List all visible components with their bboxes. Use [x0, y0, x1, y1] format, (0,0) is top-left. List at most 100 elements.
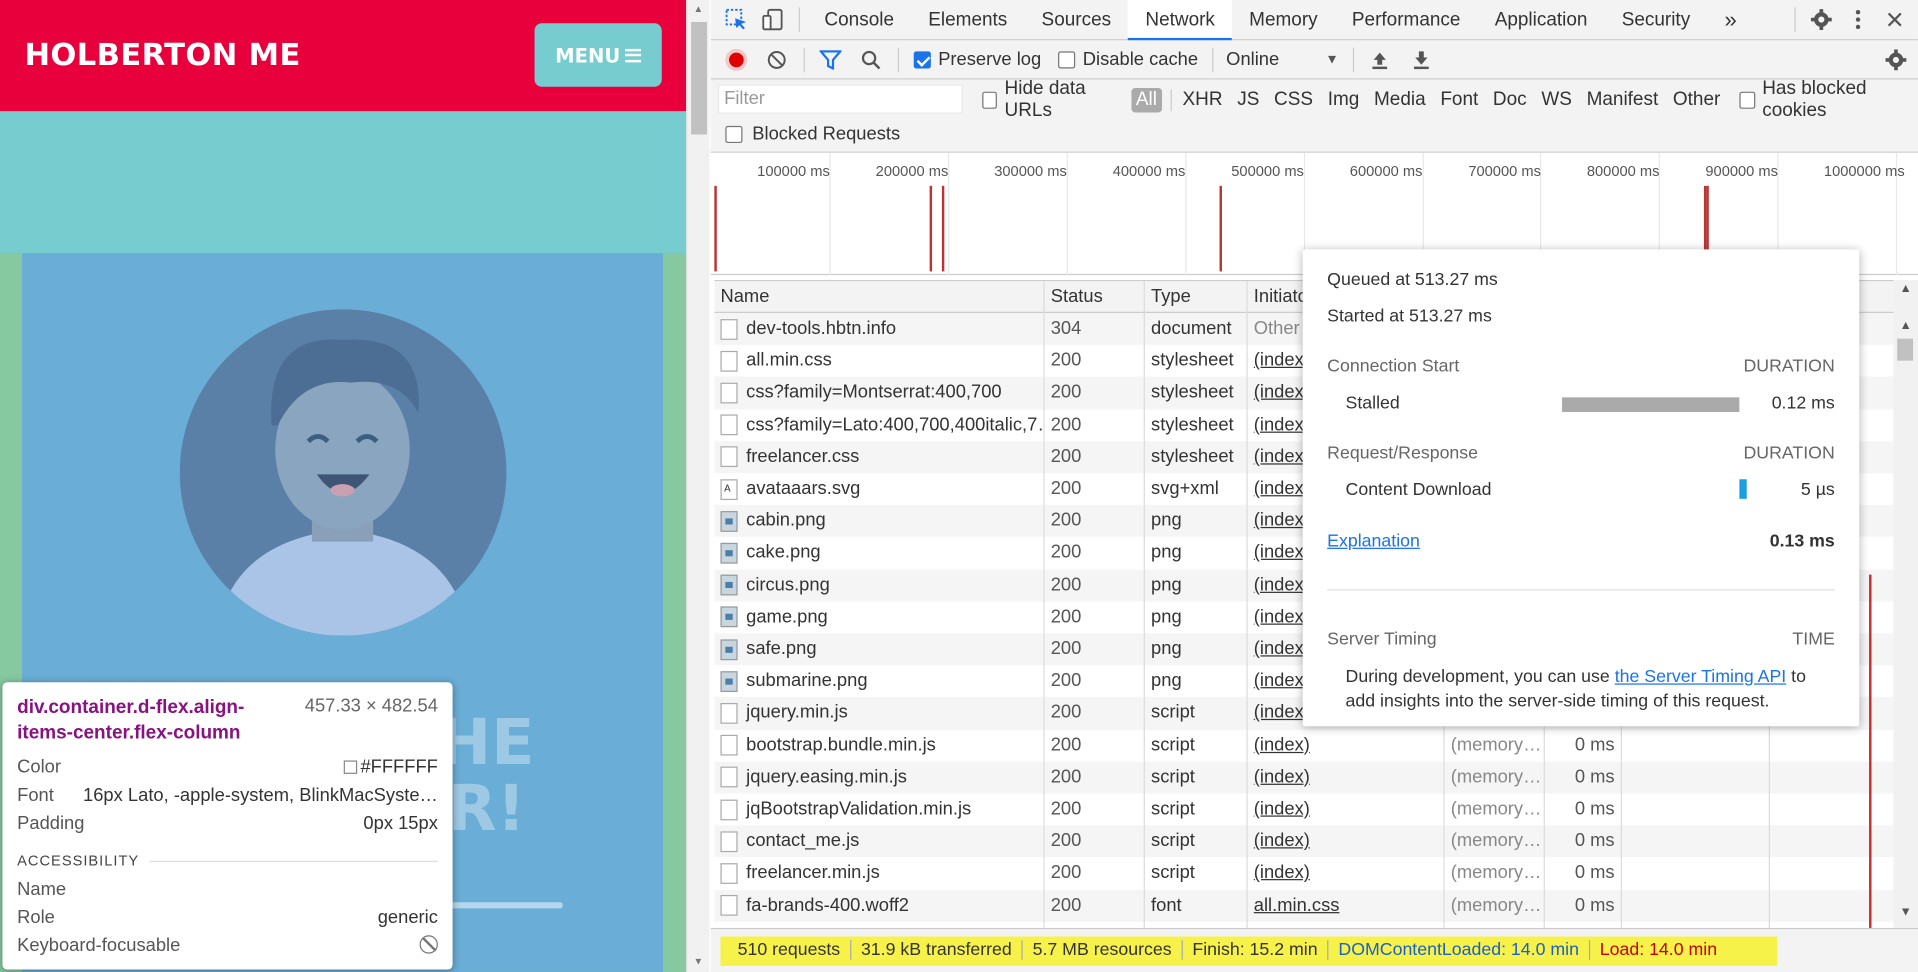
more-tabs-button[interactable]: » — [1707, 0, 1754, 40]
table-row[interactable]: fa-brands-400.woff2 200 font all.min.css (me… — [714, 889, 1894, 922]
import-har-icon[interactable] — [1372, 50, 1389, 70]
preserve-log-label[interactable]: Preserve log — [938, 49, 1041, 70]
blocked-requests-label[interactable]: Blocked Requests — [752, 123, 900, 144]
table-row[interactable]: bootstrap.bundle.min.js 200 script (index)(… — [714, 729, 1893, 761]
request-initiator[interactable]: (index) — [1248, 793, 1445, 825]
request-initiator[interactable]: (index) — [1248, 858, 1445, 890]
status-bar: 510 requests 31.9 kB transferred 5.7 MB … — [710, 927, 1918, 972]
document-file-icon — [720, 734, 738, 756]
request-name-cell[interactable]: game.png — [714, 601, 1044, 633]
filter-font[interactable]: Font — [1433, 89, 1486, 111]
tab-security[interactable]: Security — [1605, 0, 1708, 40]
tab-elements[interactable]: Elements — [911, 0, 1024, 40]
request-name-cell[interactable]: all.min.css — [714, 345, 1044, 377]
has-blocked-cookies-label[interactable]: Has blocked cookies — [1755, 78, 1918, 122]
filter-img[interactable]: Img — [1320, 89, 1366, 111]
tab-network[interactable]: Network — [1128, 0, 1233, 40]
document-file-icon — [720, 766, 738, 788]
request-initiator[interactable]: (index) — [1248, 825, 1445, 857]
document-file-icon — [720, 895, 738, 916]
request-name-cell[interactable]: dev-tools.hbtn.info — [714, 313, 1044, 345]
filter-ws[interactable]: WS — [1534, 89, 1579, 111]
request-name-cell[interactable]: jquery.min.js — [714, 697, 1044, 729]
blocked-requests-checkbox[interactable] — [725, 125, 743, 143]
filter-doc[interactable]: Doc — [1486, 89, 1534, 111]
request-status: 200 — [1050, 510, 1082, 531]
devtools-panel: Console Elements Sources Network Memory … — [710, 0, 1918, 972]
column-name[interactable]: Name — [714, 281, 1044, 313]
request-name-cell[interactable]: bootstrap.bundle.min.js — [714, 729, 1044, 761]
filter-manifest[interactable]: Manifest — [1579, 89, 1665, 111]
request-name-cell[interactable]: cabin.png — [714, 505, 1044, 537]
scroll-up-icon[interactable]: ▲ — [1900, 319, 1912, 332]
preview-scroll-thumb[interactable] — [691, 22, 708, 135]
request-name-cell[interactable]: circus.png — [714, 569, 1044, 601]
request-name-cell[interactable]: contact_me.js — [714, 825, 1044, 857]
kebab-menu-icon[interactable] — [1840, 0, 1877, 40]
explanation-link[interactable]: Explanation — [1327, 532, 1420, 552]
inspect-element-icon[interactable] — [718, 0, 755, 40]
filter-xhr[interactable]: XHR — [1175, 89, 1230, 111]
scroll-down-icon[interactable]: ▼ — [694, 956, 704, 967]
request-initiator[interactable]: (index) — [1248, 761, 1445, 793]
site-brand[interactable]: HOLBERTON ME — [24, 37, 300, 72]
record-icon[interactable] — [725, 48, 748, 71]
request-name-cell[interactable]: cake.png — [714, 537, 1044, 569]
document-file-icon — [720, 446, 738, 468]
table-scroll-thumb[interactable] — [1897, 338, 1914, 361]
filter-media[interactable]: Media — [1367, 89, 1433, 111]
has-blocked-cookies-checkbox[interactable] — [1739, 91, 1755, 109]
request-name-cell[interactable]: avataaars.svg — [714, 473, 1044, 505]
server-timing-api-link[interactable]: the Server Timing API — [1615, 668, 1787, 688]
throttle-select[interactable]: Online ▼ — [1226, 49, 1339, 70]
request-initiator[interactable]: all.min.css — [1248, 890, 1445, 922]
table-row[interactable]: jqBootstrapValidation.min.js 200 script (in… — [714, 793, 1893, 825]
request-name-cell[interactable]: css?family=Montserrat:400,700 — [714, 377, 1044, 409]
request-name-cell[interactable]: fa-brands-400.woff2 — [714, 890, 1044, 922]
hide-data-urls-label[interactable]: Hide data URLs — [997, 78, 1126, 122]
filter-js[interactable]: JS — [1230, 89, 1267, 111]
request-name-cell[interactable]: css?family=Lato:400,700,400italic,7… — [714, 409, 1045, 441]
settings-gear-icon[interactable] — [1803, 0, 1840, 40]
search-icon[interactable] — [861, 50, 881, 70]
filter-all[interactable]: All — [1131, 88, 1162, 113]
hide-data-urls-checkbox[interactable] — [982, 91, 998, 109]
close-icon[interactable] — [1876, 0, 1913, 40]
tab-console[interactable]: Console — [807, 0, 911, 40]
tab-application[interactable]: Application — [1478, 0, 1605, 40]
filter-input[interactable]: Filter — [718, 84, 963, 114]
request-name-cell[interactable]: submarine.png — [714, 665, 1044, 697]
filter-css[interactable]: CSS — [1267, 89, 1321, 111]
network-settings-gear-icon[interactable] — [1885, 48, 1907, 70]
table-row[interactable]: freelancer.min.js 200 script (index) (memory… — [714, 858, 1893, 890]
table-row[interactable]: contact_me.js 200 script (index) (memory… 0 m… — [714, 825, 1894, 858]
disable-cache-label[interactable]: Disable cache — [1083, 49, 1198, 70]
disable-cache-checkbox[interactable] — [1058, 50, 1076, 68]
table-row[interactable]: jquery.easing.min.js 200 script (index) (mem… — [714, 761, 1894, 794]
blocked-requests-toggle[interactable]: Blocked Requests — [725, 123, 900, 144]
tab-memory[interactable]: Memory — [1232, 0, 1335, 40]
request-initiator[interactable]: (index) — [1248, 729, 1445, 761]
preview-scrollbar[interactable]: ▲ ▼ — [686, 0, 710, 972]
filter-funnel-icon[interactable] — [819, 49, 842, 70]
device-toolbar-icon[interactable] — [755, 0, 792, 40]
filter-other[interactable]: Other — [1666, 89, 1728, 111]
request-name-cell[interactable]: jqBootstrapValidation.min.js — [714, 793, 1044, 825]
column-status[interactable]: Status — [1045, 281, 1145, 313]
tab-performance[interactable]: Performance — [1335, 0, 1478, 40]
scroll-down-icon[interactable]: ▼ — [1900, 906, 1912, 919]
scroll-up-icon[interactable]: ▲ — [694, 4, 704, 15]
table-scrollbar[interactable]: ▲ ▲ ▼ — [1893, 279, 1918, 928]
request-name-cell[interactable]: freelancer.css — [714, 441, 1044, 473]
menu-button[interactable]: MENU — [534, 23, 662, 87]
clear-icon[interactable] — [767, 50, 787, 70]
scroll-up-icon[interactable]: ▲ — [1900, 282, 1912, 295]
request-name-cell[interactable]: jquery.easing.min.js — [714, 761, 1044, 793]
request-type: png — [1151, 638, 1182, 659]
tab-sources[interactable]: Sources — [1024, 0, 1128, 40]
export-har-icon[interactable] — [1413, 50, 1430, 70]
preserve-log-checkbox[interactable] — [913, 50, 931, 68]
column-type[interactable]: Type — [1145, 281, 1248, 313]
request-name-cell[interactable]: freelancer.min.js — [714, 858, 1044, 890]
request-name-cell[interactable]: safe.png — [714, 633, 1044, 665]
